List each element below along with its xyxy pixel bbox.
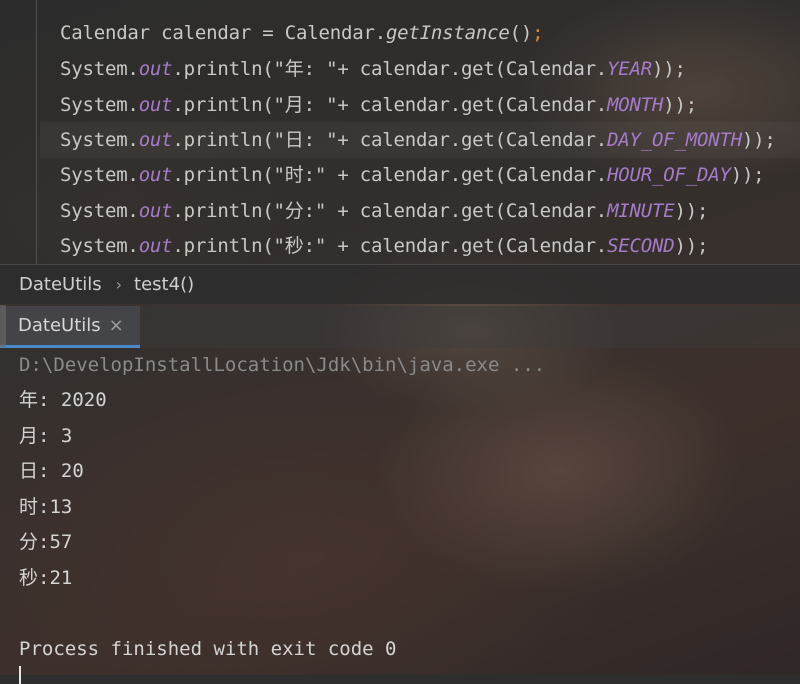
- static-field: out: [138, 58, 173, 80]
- code-text: .println("分:" + calendar.get(Calendar.: [172, 200, 608, 222]
- tab-label: DateUtils: [18, 315, 101, 336]
- breadcrumb-class[interactable]: DateUtils: [19, 274, 102, 295]
- code-editor[interactable]: Calendar calendar = Calendar.getInstance…: [0, 0, 800, 264]
- console-output-line: 年: 2020: [19, 389, 107, 411]
- code-text: ));: [674, 235, 709, 257]
- constant-field: DAY_OF_MONTH: [607, 129, 742, 151]
- code-line-5[interactable]: System.out.println("时:" + calendar.get(C…: [60, 157, 765, 193]
- static-field: out: [138, 235, 173, 257]
- code-text: .println("日: "+ calendar.get(Calendar.: [172, 129, 608, 151]
- code-line-7[interactable]: System.out.println("秒:" + calendar.get(C…: [60, 228, 708, 264]
- code-text: .println("时:" + calendar.get(Calendar.: [172, 164, 608, 186]
- static-field: out: [138, 94, 173, 116]
- constant-field: MINUTE: [607, 200, 675, 222]
- code-text: ));: [730, 164, 765, 186]
- static-field: out: [138, 129, 173, 151]
- console-output-line: 日: 20: [19, 460, 84, 482]
- code-line-2[interactable]: System.out.println("年: "+ calendar.get(C…: [60, 51, 686, 87]
- console-output-line: 秒:21: [19, 567, 73, 589]
- constant-field: MONTH: [607, 94, 664, 116]
- console-output-line: 时:13: [19, 496, 73, 518]
- code-text: System.: [60, 164, 139, 186]
- code-text: .println("月: "+ calendar.get(Calendar.: [172, 94, 608, 116]
- console-command: D:\DevelopInstallLocation\Jdk\bin\java.e…: [19, 354, 546, 376]
- code-text: ));: [663, 94, 697, 116]
- console-output-line: 月: 3: [19, 425, 73, 447]
- code-text: ));: [674, 200, 709, 222]
- code-text: System.: [60, 58, 139, 80]
- method-name: getInstance: [385, 22, 510, 44]
- code-text: .println("秒:" + calendar.get(Calendar.: [172, 235, 608, 257]
- code-text: System.: [60, 129, 139, 151]
- code-line-1[interactable]: Calendar calendar = Calendar.getInstance…: [60, 15, 544, 51]
- console-output-line: 分:57: [19, 531, 73, 553]
- breadcrumb: DateUtils › test4(): [0, 264, 800, 304]
- chevron-right-icon: ›: [115, 275, 123, 294]
- tab-marker: [0, 304, 6, 347]
- console-exit-message: Process finished with exit code 0: [19, 638, 397, 660]
- code-text: System.: [60, 200, 139, 222]
- code-text: (): [509, 22, 533, 44]
- code-text: ));: [652, 58, 686, 80]
- code-line-6[interactable]: System.out.println("分:" + calendar.get(C…: [60, 193, 708, 229]
- breadcrumb-method[interactable]: test4(): [134, 274, 194, 295]
- run-tab-bar: DateUtils ×: [0, 304, 800, 348]
- close-icon[interactable]: ×: [109, 315, 124, 336]
- text-cursor: [19, 666, 21, 684]
- code-text: ));: [741, 129, 776, 151]
- constant-field: SECOND: [607, 235, 675, 257]
- code-text: System.: [60, 235, 139, 257]
- gutter-divider: [36, 0, 37, 264]
- console-output[interactable]: D:\DevelopInstallLocation\Jdk\bin\java.e…: [0, 348, 800, 684]
- static-field: out: [138, 164, 173, 186]
- static-field: out: [138, 200, 173, 222]
- tab-run-dateutils[interactable]: DateUtils ×: [0, 304, 140, 348]
- code-line-3[interactable]: System.out.println("月: "+ calendar.get(C…: [60, 87, 697, 123]
- constant-field: HOUR_OF_DAY: [607, 164, 731, 186]
- semicolon: ;: [532, 22, 544, 44]
- code-line-4[interactable]: System.out.println("日: "+ calendar.get(C…: [40, 122, 800, 158]
- code-text: System.: [60, 94, 139, 116]
- code-text: .println("年: "+ calendar.get(Calendar.: [172, 58, 608, 80]
- constant-field: YEAR: [607, 58, 653, 80]
- code-text: Calendar calendar = Calendar.: [60, 22, 386, 44]
